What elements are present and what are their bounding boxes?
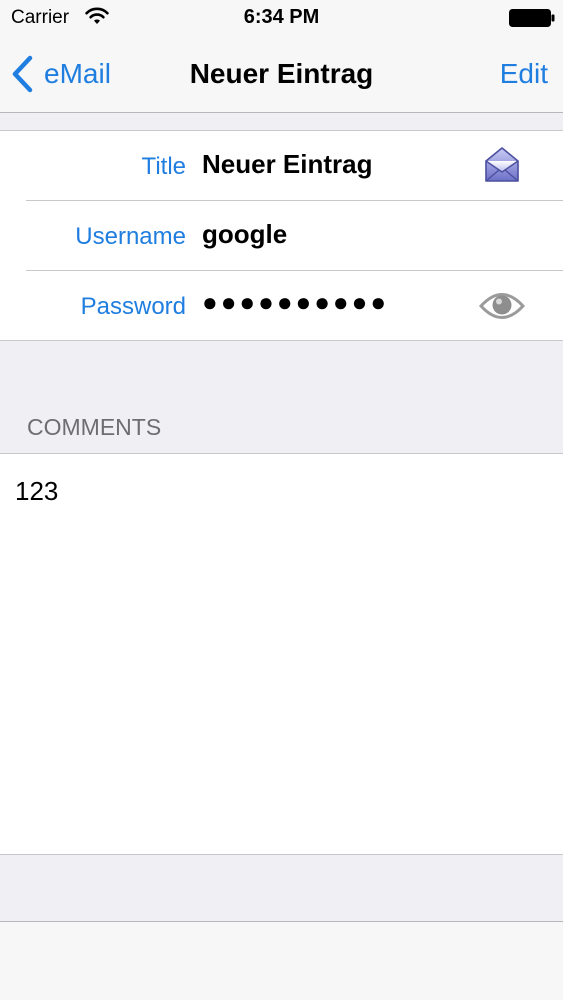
envelope-icon[interactable] (483, 145, 521, 187)
username-row: Username google (0, 201, 563, 271)
username-field[interactable]: google (202, 219, 462, 250)
password-label: Password (80, 293, 186, 320)
comments-area[interactable]: 123 (0, 453, 563, 855)
comments-text: 123 (15, 476, 59, 506)
title-label: Title (141, 153, 186, 180)
title-row: Title Neuer Eintrag (0, 131, 563, 201)
back-button[interactable]: eMail (10, 54, 111, 94)
comments-header: COMMENTS (27, 414, 162, 440)
edit-button[interactable]: Edit (500, 58, 548, 90)
status-time: 6:34 PM (243, 6, 320, 28)
top-bar: Carrier 6:34 PM eMail Neuer Eintrag Edit (0, 0, 563, 113)
eye-icon[interactable] (479, 289, 525, 323)
chevron-left-icon (12, 55, 33, 93)
password-field[interactable]: ●●●●●●●●●● (202, 287, 462, 318)
battery-icon (509, 9, 555, 27)
username-label: Username (75, 223, 186, 250)
title-field[interactable]: Neuer Eintrag (202, 149, 462, 180)
navigation-bar: eMail Neuer Eintrag Edit (0, 36, 563, 113)
bottom-toolbar (0, 921, 563, 1000)
back-button-label: eMail (44, 58, 111, 89)
status-bar: Carrier 6:34 PM (0, 0, 563, 36)
